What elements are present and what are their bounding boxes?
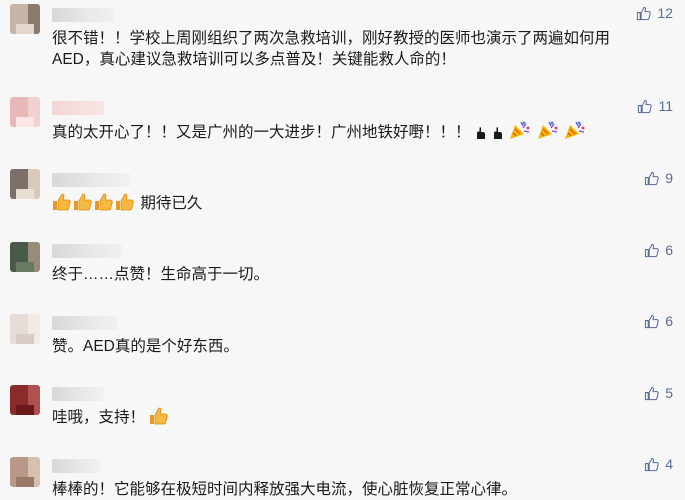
comment-text: 哇哦，支持！ (52, 409, 146, 426)
comment-text-line2: AED，真心建议急救培训可以多点普及！关键能救人命的！ (52, 51, 456, 68)
avatar[interactable] (10, 169, 40, 199)
nickname-blurred (52, 316, 118, 330)
like-button[interactable]: 6 (644, 242, 673, 258)
like-button[interactable]: 11 (637, 98, 673, 114)
point-icon (475, 126, 487, 140)
avatar[interactable] (10, 97, 40, 127)
comment-text: 期待已久 (140, 195, 203, 212)
avatar[interactable] (10, 242, 40, 272)
thumbs-up-icon (94, 193, 114, 211)
like-count: 6 (665, 242, 673, 258)
point-icon (492, 126, 504, 140)
like-button[interactable]: 4 (644, 456, 673, 472)
like-count: 6 (665, 313, 673, 329)
thumbs-up-icon (149, 407, 169, 425)
nickname-blurred (52, 459, 100, 473)
like-button[interactable]: 6 (644, 313, 673, 329)
nickname-blurred (52, 173, 130, 187)
comment-text-row: 哇哦，支持！ (52, 406, 652, 430)
thumbs-up-icon (645, 386, 659, 400)
comment-text: 真的太开心了！！又是广州的一大进步！广州地铁好嘢！！！ (52, 124, 471, 141)
nickname-blurred (52, 101, 104, 115)
thumbs-up-icon (115, 193, 135, 211)
thumbs-up-icon (645, 171, 659, 185)
thumbs-up-icon (73, 193, 93, 211)
avatar[interactable] (10, 314, 40, 344)
like-button[interactable]: 5 (644, 385, 673, 401)
like-count: 4 (665, 456, 673, 472)
thumbs-up-icon (637, 6, 652, 20)
comment-text: 赞。AED真的是个好东西。 (52, 338, 239, 355)
avatar[interactable] (10, 385, 40, 415)
avatar[interactable] (10, 457, 40, 487)
party-popper-icon (509, 120, 531, 140)
like-count: 12 (657, 5, 673, 21)
nickname-blurred (52, 244, 122, 258)
like-count: 9 (665, 170, 673, 186)
nickname-blurred (52, 387, 104, 401)
thumbs-up-icon (638, 99, 653, 113)
comment-text: 棒棒的！它能够在极短时间内释放强大电流，使心脏恢复正常心律。 (52, 481, 518, 498)
party-popper-icon (564, 120, 586, 140)
thumbs-up-icon (52, 193, 72, 211)
like-count: 11 (658, 98, 673, 114)
like-count: 5 (665, 385, 673, 401)
thumbs-up-icon (645, 243, 659, 257)
nickname-blurred (52, 8, 114, 22)
like-button[interactable]: 9 (644, 170, 673, 186)
thumbs-up-icon (645, 314, 659, 328)
comment-text-row: 期待已久 (52, 192, 652, 216)
comment-text: 终于……点赞！生命高于一切。 (52, 266, 270, 283)
comment-text-row: 真的太开心了！！又是广州的一大进步！广州地铁好嘢！！！ (52, 120, 652, 145)
thumbs-up-icon (645, 457, 659, 471)
avatar[interactable] (10, 4, 40, 34)
like-button[interactable]: 12 (636, 5, 673, 21)
party-popper-icon (537, 120, 559, 140)
